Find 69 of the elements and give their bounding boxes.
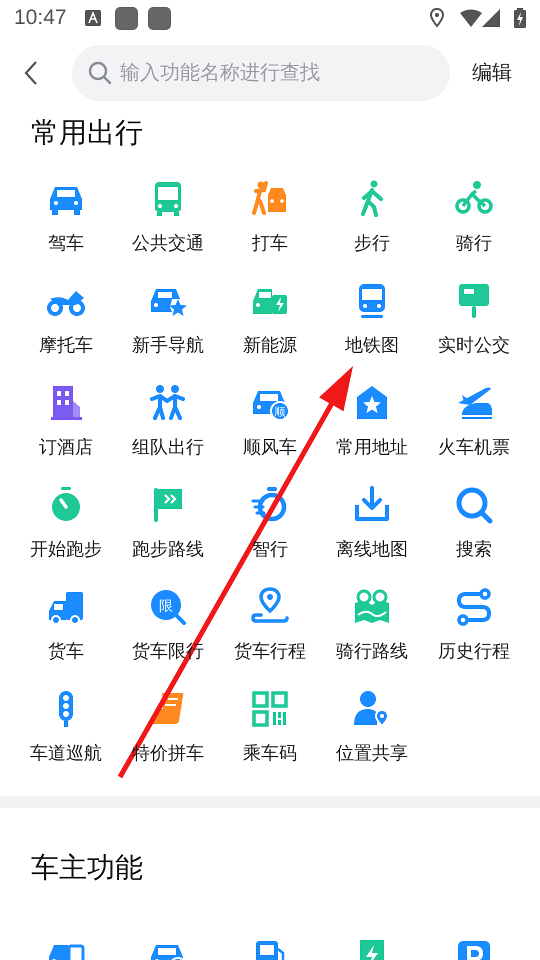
feature-label: 骑行路线 bbox=[336, 640, 408, 663]
feature-label: 货车 bbox=[48, 640, 84, 663]
feature-label: 公共交通 bbox=[132, 232, 204, 255]
feature-label: 订酒店 bbox=[39, 436, 93, 459]
feature-item[interactable]: 智行 bbox=[219, 472, 321, 574]
feature-item[interactable]: 骑行路线 bbox=[321, 574, 423, 676]
notification-icon bbox=[148, 6, 171, 30]
feature-item[interactable]: 历史行程 bbox=[423, 574, 525, 676]
feature-label: 车道巡航 bbox=[30, 742, 102, 765]
feature-label: 乘车码 bbox=[243, 742, 297, 765]
feature-item[interactable]: 跑步路线 bbox=[117, 472, 219, 574]
feature-item[interactable]: 开始跑步 bbox=[15, 472, 117, 574]
feature-item[interactable]: 公共交通 bbox=[117, 166, 219, 268]
feature-item[interactable]: 摩托车 bbox=[15, 268, 117, 370]
feature-item[interactable]: 火车机票 bbox=[423, 370, 525, 472]
notification-icon bbox=[114, 6, 138, 30]
feature-label: 智行 bbox=[252, 538, 288, 561]
feature-item[interactable]: 实时公交 bbox=[423, 268, 525, 370]
notification-icon bbox=[84, 10, 101, 26]
feature-item[interactable]: 货车行程 bbox=[219, 574, 321, 676]
wifi-icon bbox=[460, 9, 482, 27]
feature-label: 货车行程 bbox=[234, 640, 306, 663]
feature-item[interactable]: 搜索 bbox=[423, 472, 525, 574]
feature-label: 离线地图 bbox=[336, 538, 408, 561]
feature-item[interactable]: 车道巡航 bbox=[15, 676, 117, 778]
search-input[interactable]: 输入功能名称进行查找 bbox=[120, 58, 434, 88]
feature-item[interactable]: 乘车码 bbox=[219, 676, 321, 778]
feature-item[interactable]: 新手导航 bbox=[117, 268, 219, 370]
feature-label: 开始跑步 bbox=[30, 538, 102, 561]
feature-label: 火车机票 bbox=[438, 436, 510, 459]
feature-item[interactable]: 打车 bbox=[219, 166, 321, 268]
feature-label: 新能源 bbox=[243, 334, 297, 357]
feature-item[interactable]: 组队出行 bbox=[117, 370, 219, 472]
feature-item[interactable]: 货车 bbox=[15, 574, 117, 676]
search-field[interactable]: 输入功能名称进行查找 bbox=[72, 45, 450, 101]
feature-label: 驾车 bbox=[48, 232, 84, 255]
feature-item[interactable]: 新能源 bbox=[219, 268, 321, 370]
feature-item[interactable]: 位置共享 bbox=[321, 676, 423, 778]
feature-item[interactable]: 骑行 bbox=[423, 166, 525, 268]
back-icon bbox=[24, 60, 38, 86]
signal-icon bbox=[482, 9, 500, 27]
feature-label: 地铁图 bbox=[345, 334, 399, 357]
feature-label: 步行 bbox=[354, 232, 390, 255]
feature-item[interactable]: 离线地图 bbox=[321, 472, 423, 574]
search-icon bbox=[88, 61, 112, 85]
battery-icon bbox=[514, 8, 526, 28]
section-title: 车主功能 bbox=[30, 851, 144, 885]
feature-item[interactable]: 常用地址 bbox=[321, 370, 423, 472]
feature-label: 实时公交 bbox=[438, 334, 510, 357]
feature-item[interactable]: 顺 顺风车 bbox=[219, 370, 321, 472]
feature-item[interactable]: 地铁图 bbox=[321, 268, 423, 370]
feature-label: 历史行程 bbox=[438, 640, 510, 663]
feature-label: 顺风车 bbox=[243, 436, 297, 459]
feature-label: 打车 bbox=[252, 232, 288, 255]
feature-item[interactable]: 订酒店 bbox=[15, 370, 117, 472]
feature-label: 组队出行 bbox=[132, 436, 204, 459]
feature-item[interactable]: 驾车 bbox=[15, 166, 117, 268]
feature-item[interactable]: 步行 bbox=[321, 166, 423, 268]
feature-label: 常用地址 bbox=[336, 436, 408, 459]
feature-label: 位置共享 bbox=[336, 742, 408, 765]
feature-label: 新手导航 bbox=[132, 334, 204, 357]
edit-button[interactable]: 编辑 bbox=[464, 50, 520, 96]
location-icon bbox=[430, 8, 444, 28]
section-title: 常用出行 bbox=[30, 116, 144, 150]
feature-label: 骑行 bbox=[456, 232, 492, 255]
feature-label: 跑步路线 bbox=[132, 538, 204, 561]
feature-label: 摩托车 bbox=[39, 334, 93, 357]
feature-label: 搜索 bbox=[456, 538, 492, 561]
status-time: 10:47 bbox=[14, 5, 67, 32]
